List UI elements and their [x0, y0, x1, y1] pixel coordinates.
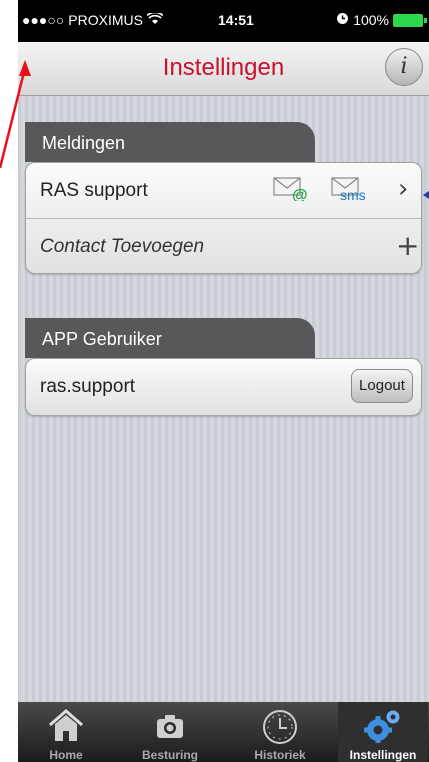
email-badge: @	[292, 187, 308, 201]
email-notification-icon: @	[273, 177, 308, 201]
navigation-bar: Instellingen i	[18, 42, 429, 96]
section-header-app-gebruiker: APP Gebruiker	[25, 318, 315, 358]
user-row: ras.support Logout	[26, 359, 421, 417]
home-icon	[49, 709, 83, 741]
meldingen-group: RAS support @ sms › Contact Toevoegen +	[25, 162, 422, 274]
status-right: 100%	[336, 12, 427, 28]
sms-badge: sms	[340, 187, 366, 201]
tab-label: Instellingen	[349, 748, 417, 762]
signal-strength: ●●●○○	[22, 12, 65, 28]
tab-bar: Home Besturing Historiek Instellingen	[18, 702, 429, 762]
camera-icon	[157, 715, 183, 738]
username: ras.support	[40, 376, 136, 397]
add-contact-label: Contact Toevoegen	[40, 236, 205, 257]
sms-notification-icon: sms	[331, 177, 366, 201]
info-button[interactable]: i	[385, 48, 423, 86]
user-group: ras.support Logout	[25, 358, 422, 416]
plus-icon: +	[396, 229, 420, 262]
tab-label: Historiek	[254, 748, 306, 762]
alarm-icon	[336, 12, 349, 28]
phone-screen: ●●●○○ PROXIMUS 14:51 100% Instellingen i…	[0, 0, 429, 762]
status-time: 14:51	[218, 12, 254, 28]
clock-icon	[263, 710, 297, 744]
battery-percent: 100%	[353, 12, 389, 28]
tab-label: Home	[49, 748, 83, 762]
gears-icon	[364, 710, 400, 743]
tab-historiek[interactable]: Historiek	[240, 702, 320, 762]
tab-instellingen[interactable]: Instellingen	[338, 702, 428, 762]
carrier-name: PROXIMUS	[68, 12, 143, 28]
chevron-right-icon: ›	[398, 174, 409, 204]
wifi-icon	[146, 11, 164, 28]
section-header-meldingen: Meldingen	[25, 122, 315, 162]
tab-label: Besturing	[141, 748, 198, 762]
logout-button[interactable]: Logout	[351, 369, 413, 403]
contact-row-ras-support[interactable]: RAS support @ sms ›	[26, 163, 421, 219]
status-bar: ●●●○○ PROXIMUS 14:51 100%	[18, 0, 429, 42]
add-contact-row[interactable]: Contact Toevoegen +	[26, 219, 421, 275]
contact-name: RAS support	[40, 180, 148, 201]
battery-icon	[393, 13, 427, 27]
tab-home[interactable]: Home	[26, 702, 106, 762]
page-title: Instellingen	[162, 54, 285, 81]
settings-content: Meldingen RAS support @ sms › Contact To…	[18, 96, 429, 702]
status-left: ●●●○○ PROXIMUS	[22, 11, 164, 28]
tab-besturing[interactable]: Besturing	[130, 702, 210, 762]
